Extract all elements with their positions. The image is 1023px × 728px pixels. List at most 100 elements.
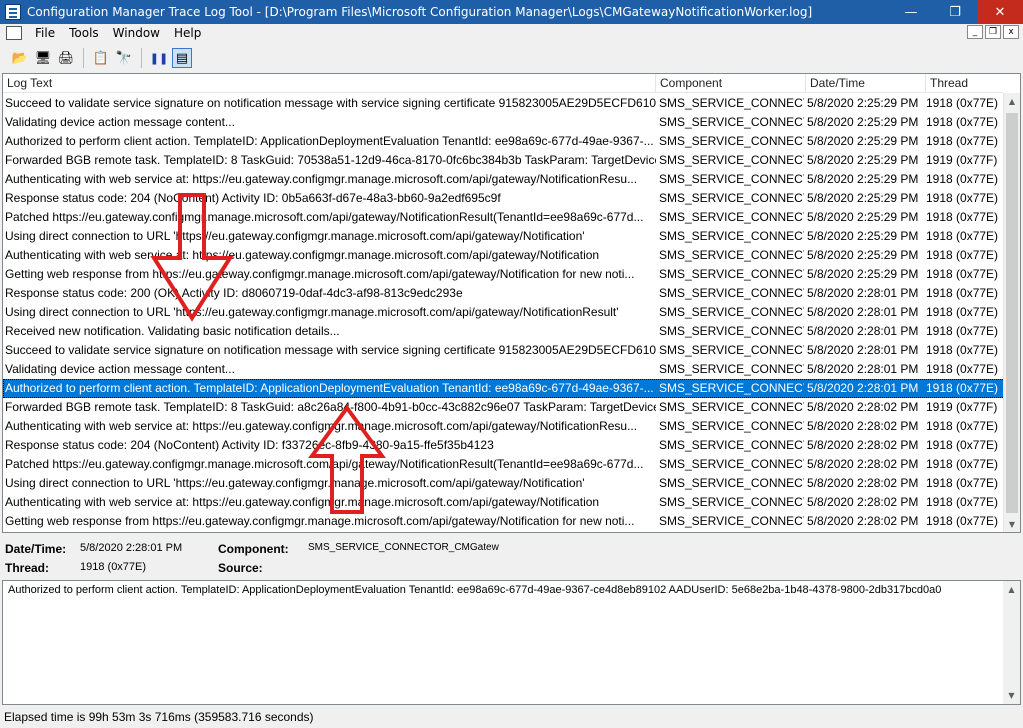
log-row[interactable]: Authenticating with web service at: http… — [3, 493, 1005, 512]
log-text-cell: Authenticating with web service at: http… — [5, 495, 600, 509]
scroll-down-icon[interactable]: ▼ — [1004, 516, 1020, 532]
menu-help[interactable]: Help — [167, 26, 208, 40]
datetime-cell: 5/8/2020 2:25:29 PM — [807, 153, 919, 167]
column-datetime[interactable]: Date/Time — [806, 74, 926, 93]
component-cell: SMS_SERVICE_CONNECTOF — [659, 210, 804, 224]
scroll-down-icon[interactable]: ▼ — [1003, 687, 1020, 704]
log-row[interactable]: Getting web response from https://eu.gat… — [3, 265, 1005, 284]
scroll-up-icon[interactable]: ▲ — [1004, 93, 1020, 110]
open-icon[interactable]: 📂 — [10, 48, 30, 68]
datetime-value: 5/8/2020 2:28:01 PM — [80, 542, 183, 554]
component-cell: SMS_SERVICE_CONNECTOF — [659, 419, 804, 433]
component-value: SMS_SERVICE_CONNECTOR_CMGatew — [308, 542, 499, 553]
column-thread[interactable]: Thread — [926, 74, 1003, 93]
log-row[interactable]: Patched https://eu.gateway.configmgr.man… — [3, 208, 1005, 227]
app-icon[interactable] — [5, 4, 21, 20]
message-scrollbar[interactable]: ▲ ▼ — [1003, 581, 1020, 704]
datetime-cell: 5/8/2020 2:28:01 PM — [807, 286, 919, 300]
log-row[interactable]: Using direct connection to URL 'https://… — [3, 474, 1005, 493]
datetime-cell: 5/8/2020 2:28:02 PM — [807, 476, 919, 490]
thread-cell: 1919 (0x77F) — [926, 153, 998, 167]
log-row[interactable]: Validating device action message content… — [3, 360, 1005, 379]
log-row[interactable]: Validating device action message content… — [3, 113, 1005, 132]
pause-icon[interactable]: ❚❚ — [149, 48, 169, 68]
log-text-cell: Validating device action message content… — [5, 362, 235, 376]
component-cell: SMS_SERVICE_CONNECTOF — [659, 191, 804, 205]
component-cell: SMS_SERVICE_CONNECTOF — [659, 286, 804, 300]
column-log-text[interactable]: Log Text — [3, 74, 656, 93]
log-row[interactable]: Succeed to validate service signature on… — [3, 341, 1005, 360]
highlight-icon[interactable]: ▤ — [172, 48, 192, 68]
thread-cell: 1918 (0x77E) — [926, 514, 999, 528]
menu-tools[interactable]: Tools — [62, 26, 106, 40]
component-cell: SMS_SERVICE_CONNECTOF — [659, 343, 804, 357]
log-text-cell: Authenticating with web service at: http… — [5, 172, 638, 186]
mdi-minimize-button[interactable]: _ — [967, 25, 983, 39]
column-component[interactable]: Component — [656, 74, 806, 93]
status-bar: Elapsed time is 99h 53m 3s 716ms (359583… — [4, 710, 314, 724]
thread-cell: 1918 (0x77E) — [926, 305, 999, 319]
log-row[interactable]: Authenticating with web service at: http… — [3, 170, 1005, 189]
log-row[interactable]: Authorized to perform client action. Tem… — [3, 132, 1005, 151]
datetime-cell: 5/8/2020 2:25:29 PM — [807, 267, 919, 281]
mdi-restore-button[interactable]: ❐ — [985, 25, 1001, 39]
print-icon[interactable]: 🖨 — [56, 48, 76, 68]
log-text-cell: Getting web response from https://eu.gat… — [5, 267, 635, 281]
thread-cell: 1918 (0x77E) — [926, 191, 999, 205]
datetime-cell: 5/8/2020 2:28:01 PM — [807, 381, 919, 395]
thread-cell: 1918 (0x77E) — [926, 324, 999, 338]
log-list[interactable]: Log Text Component Date/Time Thread Succ… — [2, 73, 1021, 533]
log-row[interactable]: Getting web response from https://eu.gat… — [3, 512, 1005, 531]
log-text-cell: Response status code: 204 (NoContent) Ac… — [5, 191, 501, 205]
datetime-cell: 5/8/2020 2:28:02 PM — [807, 457, 919, 471]
component-cell: SMS_SERVICE_CONNECTOF — [659, 438, 804, 452]
datetime-cell: 5/8/2020 2:28:01 PM — [807, 305, 919, 319]
log-row[interactable]: Succeed to validate service signature on… — [3, 94, 1005, 113]
toolbar-separator — [83, 48, 84, 68]
log-text-cell: Response status code: 204 (NoContent) Ac… — [5, 438, 494, 452]
menu-file[interactable]: File — [28, 26, 62, 40]
copy-icon[interactable]: 📋 — [91, 48, 111, 68]
document-icon[interactable] — [6, 26, 22, 40]
mdi-controls: _ ❐ x — [967, 25, 1019, 39]
log-row[interactable]: Response status code: 200 (OK) Activity … — [3, 284, 1005, 303]
datetime-label: Date/Time: — [5, 542, 67, 556]
log-row[interactable]: Using direct connection to URL 'https://… — [3, 227, 1005, 246]
scroll-up-icon[interactable]: ▲ — [1003, 581, 1020, 598]
close-button[interactable]: ✕ — [977, 0, 1023, 24]
log-row[interactable]: Received new notification. Validating ba… — [3, 322, 1005, 341]
log-row[interactable]: Forwarded BGB remote task. TemplateID: 8… — [3, 398, 1005, 417]
log-row[interactable]: Response status code: 204 (NoContent) Ac… — [3, 436, 1005, 455]
mdi-close-button[interactable]: x — [1003, 25, 1019, 39]
log-text-cell: Patched https://eu.gateway.configmgr.man… — [5, 210, 644, 224]
component-cell: SMS_SERVICE_CONNECTOF — [659, 96, 804, 110]
column-header: Log Text Component Date/Time Thread — [3, 74, 1003, 93]
component-cell: SMS_SERVICE_CONNECTOF — [659, 457, 804, 471]
toolbar: 📂 🖥 🖨 📋 🔭 ❚❚ ▤ — [0, 44, 1023, 72]
component-cell: SMS_SERVICE_CONNECTOF — [659, 514, 804, 528]
scroll-thumb[interactable] — [1006, 113, 1018, 513]
log-row[interactable]: Patched https://eu.gateway.configmgr.man… — [3, 455, 1005, 474]
thread-cell: 1918 (0x77E) — [926, 438, 999, 452]
log-row[interactable]: Authenticating with web service at: http… — [3, 417, 1005, 436]
maximize-button[interactable]: ❐ — [933, 0, 977, 24]
log-rows: Succeed to validate service signature on… — [3, 94, 1005, 531]
component-cell: SMS_SERVICE_CONNECTOF — [659, 134, 804, 148]
thread-cell: 1918 (0x77E) — [926, 229, 999, 243]
component-cell: SMS_SERVICE_CONNECTOF — [659, 267, 804, 281]
minimize-button[interactable]: — — [889, 0, 933, 24]
open-on-server-icon[interactable]: 🖥 — [33, 48, 53, 68]
log-text-cell: Using direct connection to URL 'https://… — [5, 229, 585, 243]
find-icon[interactable]: 🔭 — [114, 48, 134, 68]
log-row[interactable]: Response status code: 204 (NoContent) Ac… — [3, 189, 1005, 208]
log-row[interactable]: Authorized to perform client action. Tem… — [3, 379, 1005, 398]
log-row[interactable]: Forwarded BGB remote task. TemplateID: 8… — [3, 151, 1005, 170]
thread-cell: 1918 (0x77E) — [926, 96, 999, 110]
datetime-cell: 5/8/2020 2:28:02 PM — [807, 438, 919, 452]
thread-cell: 1918 (0x77E) — [926, 419, 999, 433]
log-row[interactable]: Using direct connection to URL 'https://… — [3, 303, 1005, 322]
message-text-box[interactable]: Authorized to perform client action. Tem… — [2, 580, 1021, 705]
log-list-scrollbar[interactable]: ▲ ▼ — [1003, 93, 1020, 532]
menu-window[interactable]: Window — [106, 26, 167, 40]
log-row[interactable]: Authenticating with web service at: http… — [3, 246, 1005, 265]
